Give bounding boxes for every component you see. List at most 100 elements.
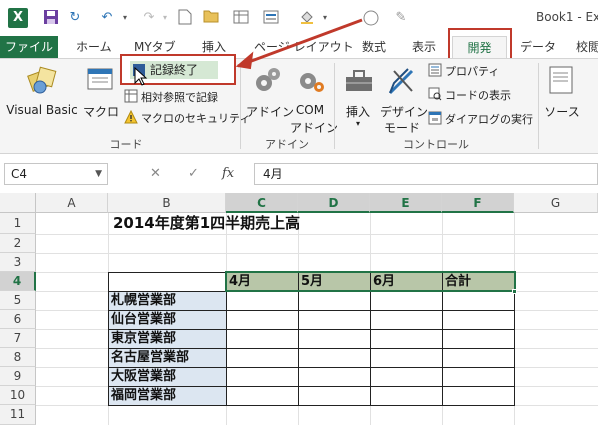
properties-label: プロパティ	[445, 65, 500, 78]
warning-icon	[124, 109, 138, 124]
xml-source-icon	[549, 66, 573, 94]
macros-label: マクロ	[82, 105, 119, 119]
col-header-c[interactable]: C	[226, 193, 298, 213]
row-header-11[interactable]: 11	[0, 405, 36, 425]
row-header-8[interactable]: 8	[0, 348, 36, 367]
row-header-9[interactable]: 9	[0, 367, 36, 386]
properties-button[interactable]: プロパティ	[428, 63, 499, 81]
macro-security-button[interactable]: マクロのセキュリティ	[124, 109, 251, 128]
enter-icon[interactable]: ✓	[188, 166, 199, 181]
insert-controls-button[interactable]: 挿入 ▾	[338, 63, 378, 133]
tab-file[interactable]: ファイル	[0, 36, 58, 58]
macro-security-label: マクロのセキュリティ	[141, 112, 251, 125]
save-grid-icon[interactable]	[232, 9, 250, 27]
chevron-down-icon[interactable]: ▼	[95, 164, 102, 184]
tab-data[interactable]: データ	[520, 36, 556, 58]
tab-home[interactable]: ホーム	[76, 36, 112, 58]
view-code-icon	[428, 87, 442, 101]
fill-dropdown-icon[interactable]: ▾	[316, 9, 334, 27]
record-macro-icon[interactable]	[362, 9, 380, 27]
developer-tab-highlight	[448, 28, 512, 60]
visual-basic-button[interactable]: Visual Basic	[6, 63, 78, 133]
addins-button[interactable]: アドイン	[246, 63, 294, 133]
row-header-4[interactable]: 4	[0, 272, 36, 291]
name-box-value: C4	[11, 167, 28, 181]
insert-controls-label: 挿入	[345, 105, 370, 119]
col-header-d[interactable]: D	[298, 193, 370, 213]
col-header-a[interactable]: A	[36, 193, 108, 213]
source-button[interactable]: ソース	[544, 63, 580, 133]
col-header-e[interactable]: E	[370, 193, 442, 213]
tab-review[interactable]: 校閲	[576, 36, 598, 58]
com-addins-button[interactable]: COM アドイン	[290, 63, 338, 135]
group-separator	[240, 63, 241, 149]
run-dialog-icon	[428, 111, 442, 125]
design-mode-label-1: デザイン	[380, 105, 429, 119]
redo-icon[interactable]: ↻	[66, 9, 84, 27]
controls-group-label: コントロール	[403, 138, 469, 151]
row-header-6[interactable]: 6	[0, 310, 36, 329]
worksheet-grid: A B C D E F G 1 2 3 4 5 6 7 8 9 10 11 20…	[0, 193, 598, 425]
undo-icon[interactable]: ↶	[98, 9, 116, 27]
row-header-7[interactable]: 7	[0, 329, 36, 348]
group-separator	[334, 63, 335, 149]
view-code-label: コードの表示	[445, 89, 511, 102]
window-title: Book1 - Ex	[536, 10, 598, 24]
source-label: ソース	[544, 105, 580, 119]
formula-input[interactable]: 4月	[254, 163, 598, 185]
stop-recording-label: 記録終了	[150, 63, 199, 77]
relative-refs-label: 相対参照で記録	[141, 91, 218, 104]
open-folder-icon[interactable]	[202, 9, 220, 27]
row-header-1[interactable]: 1	[0, 213, 36, 234]
tab-view[interactable]: 表示	[412, 36, 436, 58]
stop-recording-highlight: 記録終了	[120, 54, 236, 86]
row-header-10[interactable]: 10	[0, 386, 36, 405]
run-dialog-label: ダイアログの実行	[445, 113, 533, 126]
relative-refs-icon	[124, 89, 138, 103]
table-border	[108, 329, 515, 330]
toolbox-icon	[346, 70, 372, 91]
run-dialog-button[interactable]: ダイアログの実行	[428, 111, 533, 129]
sheet-title-cell[interactable]: 2014年度第1四半期売上高	[110, 213, 410, 234]
design-mode-label-2: モード	[383, 121, 420, 135]
macros-button[interactable]: マクロ	[82, 63, 120, 133]
fill-handle[interactable]	[512, 289, 517, 294]
col-header-b[interactable]: B	[108, 193, 226, 213]
formula-bar: C4 ▼ ✕ ✓ fx 4月	[0, 159, 598, 189]
undo-dropdown-icon[interactable]: ▾	[116, 9, 134, 27]
design-mode-icon[interactable]: ✎	[392, 9, 410, 27]
macros-icon	[87, 68, 113, 90]
group-separator	[538, 63, 539, 149]
gridline	[36, 234, 598, 235]
name-box[interactable]: C4 ▼	[4, 163, 108, 185]
fill-icon[interactable]	[298, 9, 316, 27]
col-header-g[interactable]: G	[514, 193, 598, 213]
mouse-cursor-icon	[134, 67, 148, 86]
table-border	[108, 386, 515, 387]
cancel-icon[interactable]: ✕	[150, 166, 161, 181]
insert-function-icon[interactable]: fx	[222, 166, 234, 181]
visual-basic-label: Visual Basic	[6, 103, 78, 117]
gridline	[36, 253, 598, 254]
row-header-2[interactable]: 2	[0, 234, 36, 253]
view-code-button[interactable]: コードの表示	[428, 87, 511, 105]
chevron-down-icon: ▾	[355, 119, 360, 128]
row-header-5[interactable]: 5	[0, 291, 36, 310]
gear-icon	[256, 68, 280, 91]
select-all-corner[interactable]	[0, 193, 36, 213]
addins-group-label: アドイン	[265, 138, 309, 151]
relative-refs-button[interactable]: 相対参照で記録	[124, 89, 218, 107]
row-header-3[interactable]: 3	[0, 253, 36, 272]
form-icon[interactable]	[262, 9, 280, 27]
redo-dropdown-icon[interactable]: ▾	[156, 9, 174, 27]
cell-selection	[225, 271, 516, 292]
table-border	[108, 367, 515, 368]
save-icon[interactable]	[42, 9, 60, 27]
new-file-icon[interactable]	[176, 9, 194, 27]
excel-logo: X	[8, 8, 28, 28]
col-header-f[interactable]: F	[442, 193, 514, 213]
design-mode-button[interactable]: デザイン モード	[380, 63, 429, 135]
tab-page-layout[interactable]: ページ レイアウト	[254, 36, 354, 58]
design-mode-icon	[388, 68, 414, 95]
tab-formulas[interactable]: 数式	[362, 36, 386, 58]
